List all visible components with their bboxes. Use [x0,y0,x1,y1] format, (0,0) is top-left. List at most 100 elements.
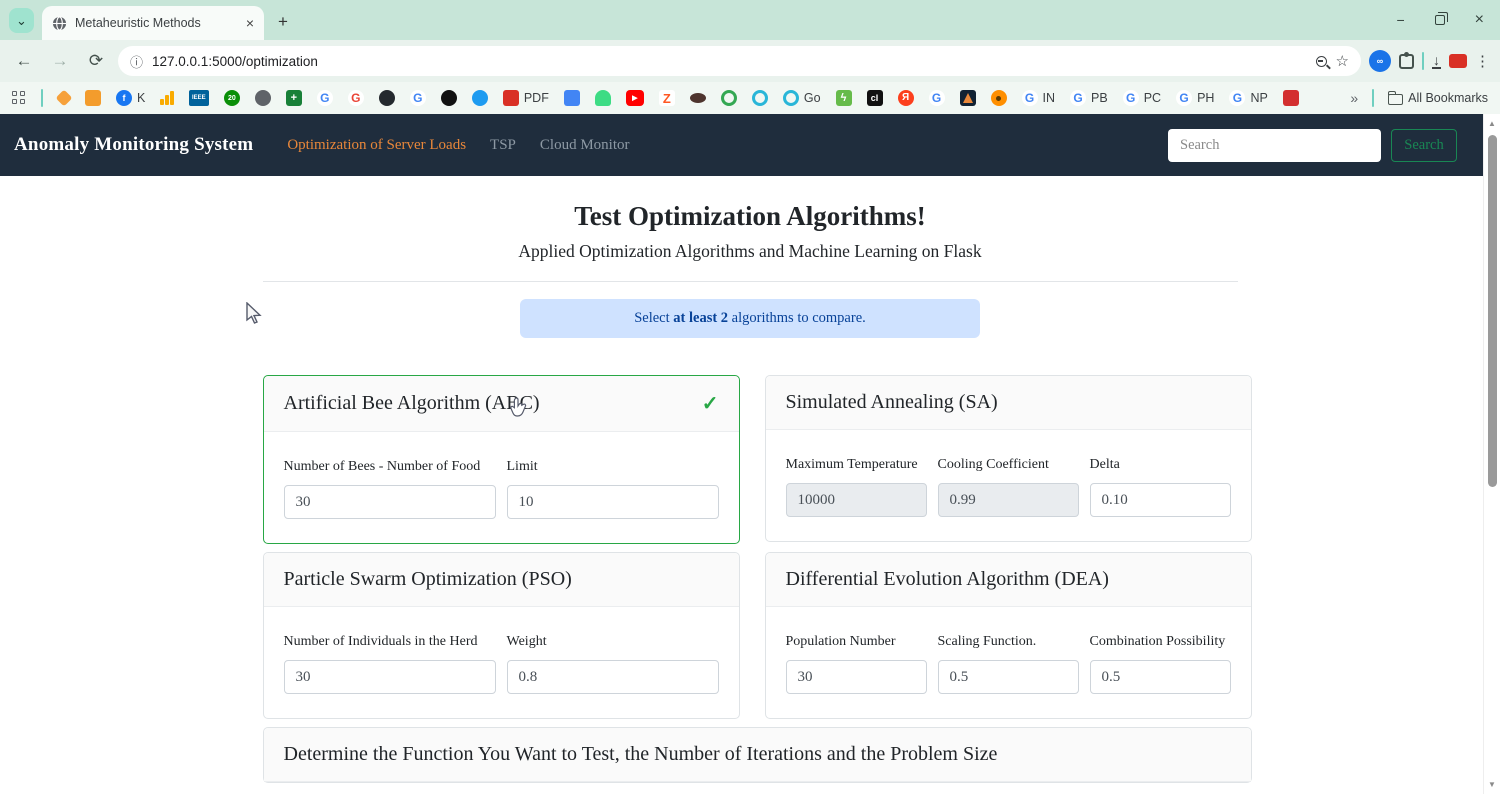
analytics-bars-icon[interactable] [160,91,174,105]
nav-link-optimization[interactable]: Optimization of Server Loads [287,137,466,154]
globe-dark-icon[interactable] [255,90,271,106]
weight-input[interactable] [507,660,719,694]
card-sa[interactable]: Simulated Annealing (SA) Maximum Tempera… [765,375,1252,542]
card-test-settings[interactable]: Determine the Function You Want to Test,… [263,727,1252,783]
globe-favicon-icon [52,16,67,31]
badge-20-icon[interactable]: 20 [224,90,240,106]
field-label: Limit [507,456,719,477]
site-info-icon[interactable]: ⓘ [130,52,143,71]
new-tab-button[interactable]: + [278,12,288,32]
population-number-input[interactable] [786,660,927,694]
blue-fence-icon[interactable] [564,90,580,106]
card-abc-header[interactable]: Artificial Bee Algorithm (ABC) ✓ [264,376,739,432]
ieee-icon[interactable]: IEEE [189,90,209,106]
bookmark-go[interactable]: Go [783,90,821,106]
field-label: Cooling Coefficient [938,454,1079,475]
teal-swirl-icon[interactable] [752,90,768,106]
bookmark-orange-box-icon[interactable] [85,90,101,106]
github-icon[interactable] [379,90,395,106]
yandex-icon[interactable]: Я [898,90,914,106]
zoom-indicator-icon[interactable] [1316,56,1327,67]
card-pso-header[interactable]: Particle Swarm Optimization (PSO) [264,553,739,607]
page-subtitle: Applied Optimization Algorithms and Mach… [263,241,1238,262]
bookmark-g-np[interactable]: GNP [1229,90,1267,106]
tab-close-icon[interactable]: × [246,15,254,31]
browser-menu-icon[interactable]: ⋮ [1475,52,1490,70]
scaling-function-input[interactable] [938,660,1079,694]
max-temperature-input [786,483,927,517]
android-icon[interactable] [595,90,611,106]
google-icon[interactable]: G [929,90,945,106]
field-label: Maximum Temperature [786,454,927,475]
bookmark-pdf[interactable]: PDF [503,90,549,106]
card-dea-title: Differential Evolution Algorithm (DEA) [786,568,1109,591]
green-cross-icon[interactable]: + [286,90,302,106]
extension-red-icon[interactable] [1449,54,1467,68]
bookmarks-overflow-chevron[interactable]: » [1350,90,1358,106]
bookmark-g-in[interactable]: GIN [1022,90,1056,106]
page-scrollbar[interactable]: ▲ ▼ [1483,114,1500,794]
close-window-button[interactable]: × [1475,11,1484,29]
reload-button[interactable]: ⟳ [82,47,110,75]
tab-title: Metaheuristic Methods [75,16,238,30]
scroll-down-arrow-icon[interactable]: ▼ [1488,775,1496,794]
bookmark-g-ph[interactable]: GPH [1176,90,1214,106]
cl-icon[interactable]: cl [867,90,883,106]
card-pso[interactable]: Particle Swarm Optimization (PSO) Number… [263,552,740,719]
z-icon[interactable]: Z [659,90,675,106]
downloads-icon[interactable]: ↓ [1432,54,1441,69]
address-bar[interactable]: ⓘ 127.0.0.1:5000/optimization ☆ [118,46,1361,76]
red-square-icon[interactable] [1283,90,1299,106]
nav-link-cloud-monitor[interactable]: Cloud Monitor [540,137,630,154]
bookmark-g-pb[interactable]: GPB [1070,90,1108,106]
card-abc[interactable]: Artificial Bee Algorithm (ABC) ✓ Number … [263,375,740,544]
bookmark-star-icon[interactable]: ☆ [1336,52,1349,70]
google-icon[interactable]: G [410,90,426,106]
browser-toolbar: ← → ⟳ ⓘ 127.0.0.1:5000/optimization ☆ ∞ … [0,40,1500,82]
minimize-button[interactable]: − [1396,12,1404,28]
bookmark-diamond-icon[interactable] [56,90,73,107]
dark-circle-icon[interactable] [441,90,457,106]
alert-text-bold: at least 2 [673,310,728,326]
limit-input[interactable] [507,485,719,519]
field-label: Population Number [786,631,927,652]
forward-button[interactable]: → [46,47,74,75]
lightning-icon[interactable]: ϟ [836,90,852,106]
google-icon[interactable]: G [348,90,364,106]
card-dea[interactable]: Differential Evolution Algorithm (DEA) P… [765,552,1252,719]
scroll-up-arrow-icon[interactable]: ▲ [1488,114,1496,133]
site-brand[interactable]: Anomaly Monitoring System [14,134,253,156]
herd-count-input[interactable] [284,660,496,694]
tab-search-chevron-icon[interactable]: ⌄ [9,8,34,33]
nav-link-tsp[interactable]: TSP [490,137,516,154]
google-icon: G [1123,90,1139,106]
url-text[interactable]: 127.0.0.1:5000/optimization [152,54,1307,69]
extension-blue-icon[interactable]: ∞ [1369,50,1391,72]
back-button[interactable]: ← [10,47,38,75]
browser-tab[interactable]: Metaheuristic Methods × [42,6,264,40]
bees-count-input[interactable] [284,485,496,519]
site-navbar: Anomaly Monitoring System Optimization o… [0,114,1483,176]
restore-button[interactable] [1435,15,1445,25]
google-icon[interactable]: G [317,90,333,106]
search-button[interactable]: Search [1391,129,1457,162]
card-sa-header[interactable]: Simulated Annealing (SA) [766,376,1251,430]
matlab-icon[interactable] [960,90,976,106]
bookmark-facebook[interactable]: fK [116,90,145,106]
starburst-eye-icon[interactable] [991,90,1007,106]
combination-possibility-input[interactable] [1090,660,1231,694]
extensions-puzzle-icon[interactable] [1399,54,1414,69]
bookmark-g-pc[interactable]: GPC [1123,90,1161,106]
bird-icon[interactable] [472,90,488,106]
youtube-icon[interactable]: ▶ [626,90,644,106]
card-dea-header[interactable]: Differential Evolution Algorithm (DEA) [766,553,1251,607]
all-bookmarks-button[interactable]: All Bookmarks [1388,91,1488,105]
oval-icon[interactable] [690,93,706,103]
apps-grid-icon[interactable] [12,91,26,105]
search-input[interactable] [1168,129,1381,162]
alert-text: algorithms to compare. [728,310,866,326]
green-ring-icon[interactable] [721,90,737,106]
facebook-icon: f [116,90,132,106]
scrollbar-thumb[interactable] [1488,135,1497,487]
delta-input[interactable] [1090,483,1231,517]
